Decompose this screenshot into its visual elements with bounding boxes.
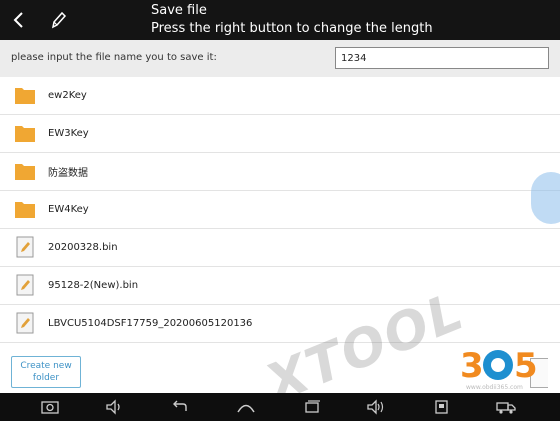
- folder-icon: [15, 202, 35, 218]
- list-item-label: LBVCU5104DSF17759_20200605120136: [48, 318, 253, 329]
- list-item[interactable]: 防盗数据: [0, 153, 560, 191]
- page-title: Save file: [151, 3, 207, 18]
- list-item-label: EW4Key: [48, 204, 89, 215]
- list-item-label: 20200328.bin: [48, 242, 118, 253]
- folder-icon: [15, 164, 35, 180]
- home-icon[interactable]: [236, 399, 256, 415]
- list-item[interactable]: 95128-2(New).bin: [0, 267, 560, 305]
- list-item[interactable]: ew2Key: [0, 77, 560, 115]
- create-folder-button[interactable]: Create new folder: [11, 356, 81, 388]
- pencil-icon: [51, 11, 67, 29]
- volume-up-icon[interactable]: [366, 399, 386, 415]
- floating-assistant-handle[interactable]: [531, 172, 560, 224]
- camera-icon[interactable]: [40, 399, 60, 415]
- recent-apps-icon[interactable]: [302, 399, 322, 415]
- folder-icon: [15, 126, 35, 142]
- logo-url: www.obdii365.com: [466, 384, 523, 391]
- truck-icon[interactable]: [496, 399, 516, 415]
- back-icon[interactable]: [170, 399, 190, 415]
- document-icon: [16, 274, 34, 296]
- file-list: ew2Key EW3Key 防盗数据 EW4Key 20200328.bin 9…: [0, 77, 560, 345]
- top-bar: Save file Press the right button to chan…: [0, 0, 560, 40]
- page-subtitle: Press the right button to change the len…: [151, 21, 433, 36]
- list-item-label: ew2Key: [48, 90, 87, 101]
- filename-input[interactable]: [335, 47, 549, 69]
- device-icon[interactable]: [432, 399, 452, 415]
- svg-text:5: 5: [514, 346, 538, 386]
- list-item[interactable]: 20200328.bin: [0, 229, 560, 267]
- back-button[interactable]: [2, 0, 36, 40]
- volume-down-icon[interactable]: [104, 399, 124, 415]
- list-item-label: 95128-2(New).bin: [48, 280, 139, 291]
- filename-prompt: please input the file name you to save i…: [11, 52, 217, 63]
- folder-icon: [15, 88, 35, 104]
- list-item-label: EW3Key: [48, 128, 89, 139]
- list-item[interactable]: EW3Key: [0, 115, 560, 153]
- edit-button[interactable]: [40, 0, 76, 40]
- list-item-label: 防盗数据: [48, 168, 88, 179]
- back-arrow-icon: [13, 12, 23, 28]
- svg-text:3: 3: [460, 346, 484, 386]
- document-icon: [16, 312, 34, 334]
- document-icon: [16, 236, 34, 258]
- system-nav-bar: [0, 393, 560, 421]
- list-item[interactable]: EW4Key: [0, 191, 560, 229]
